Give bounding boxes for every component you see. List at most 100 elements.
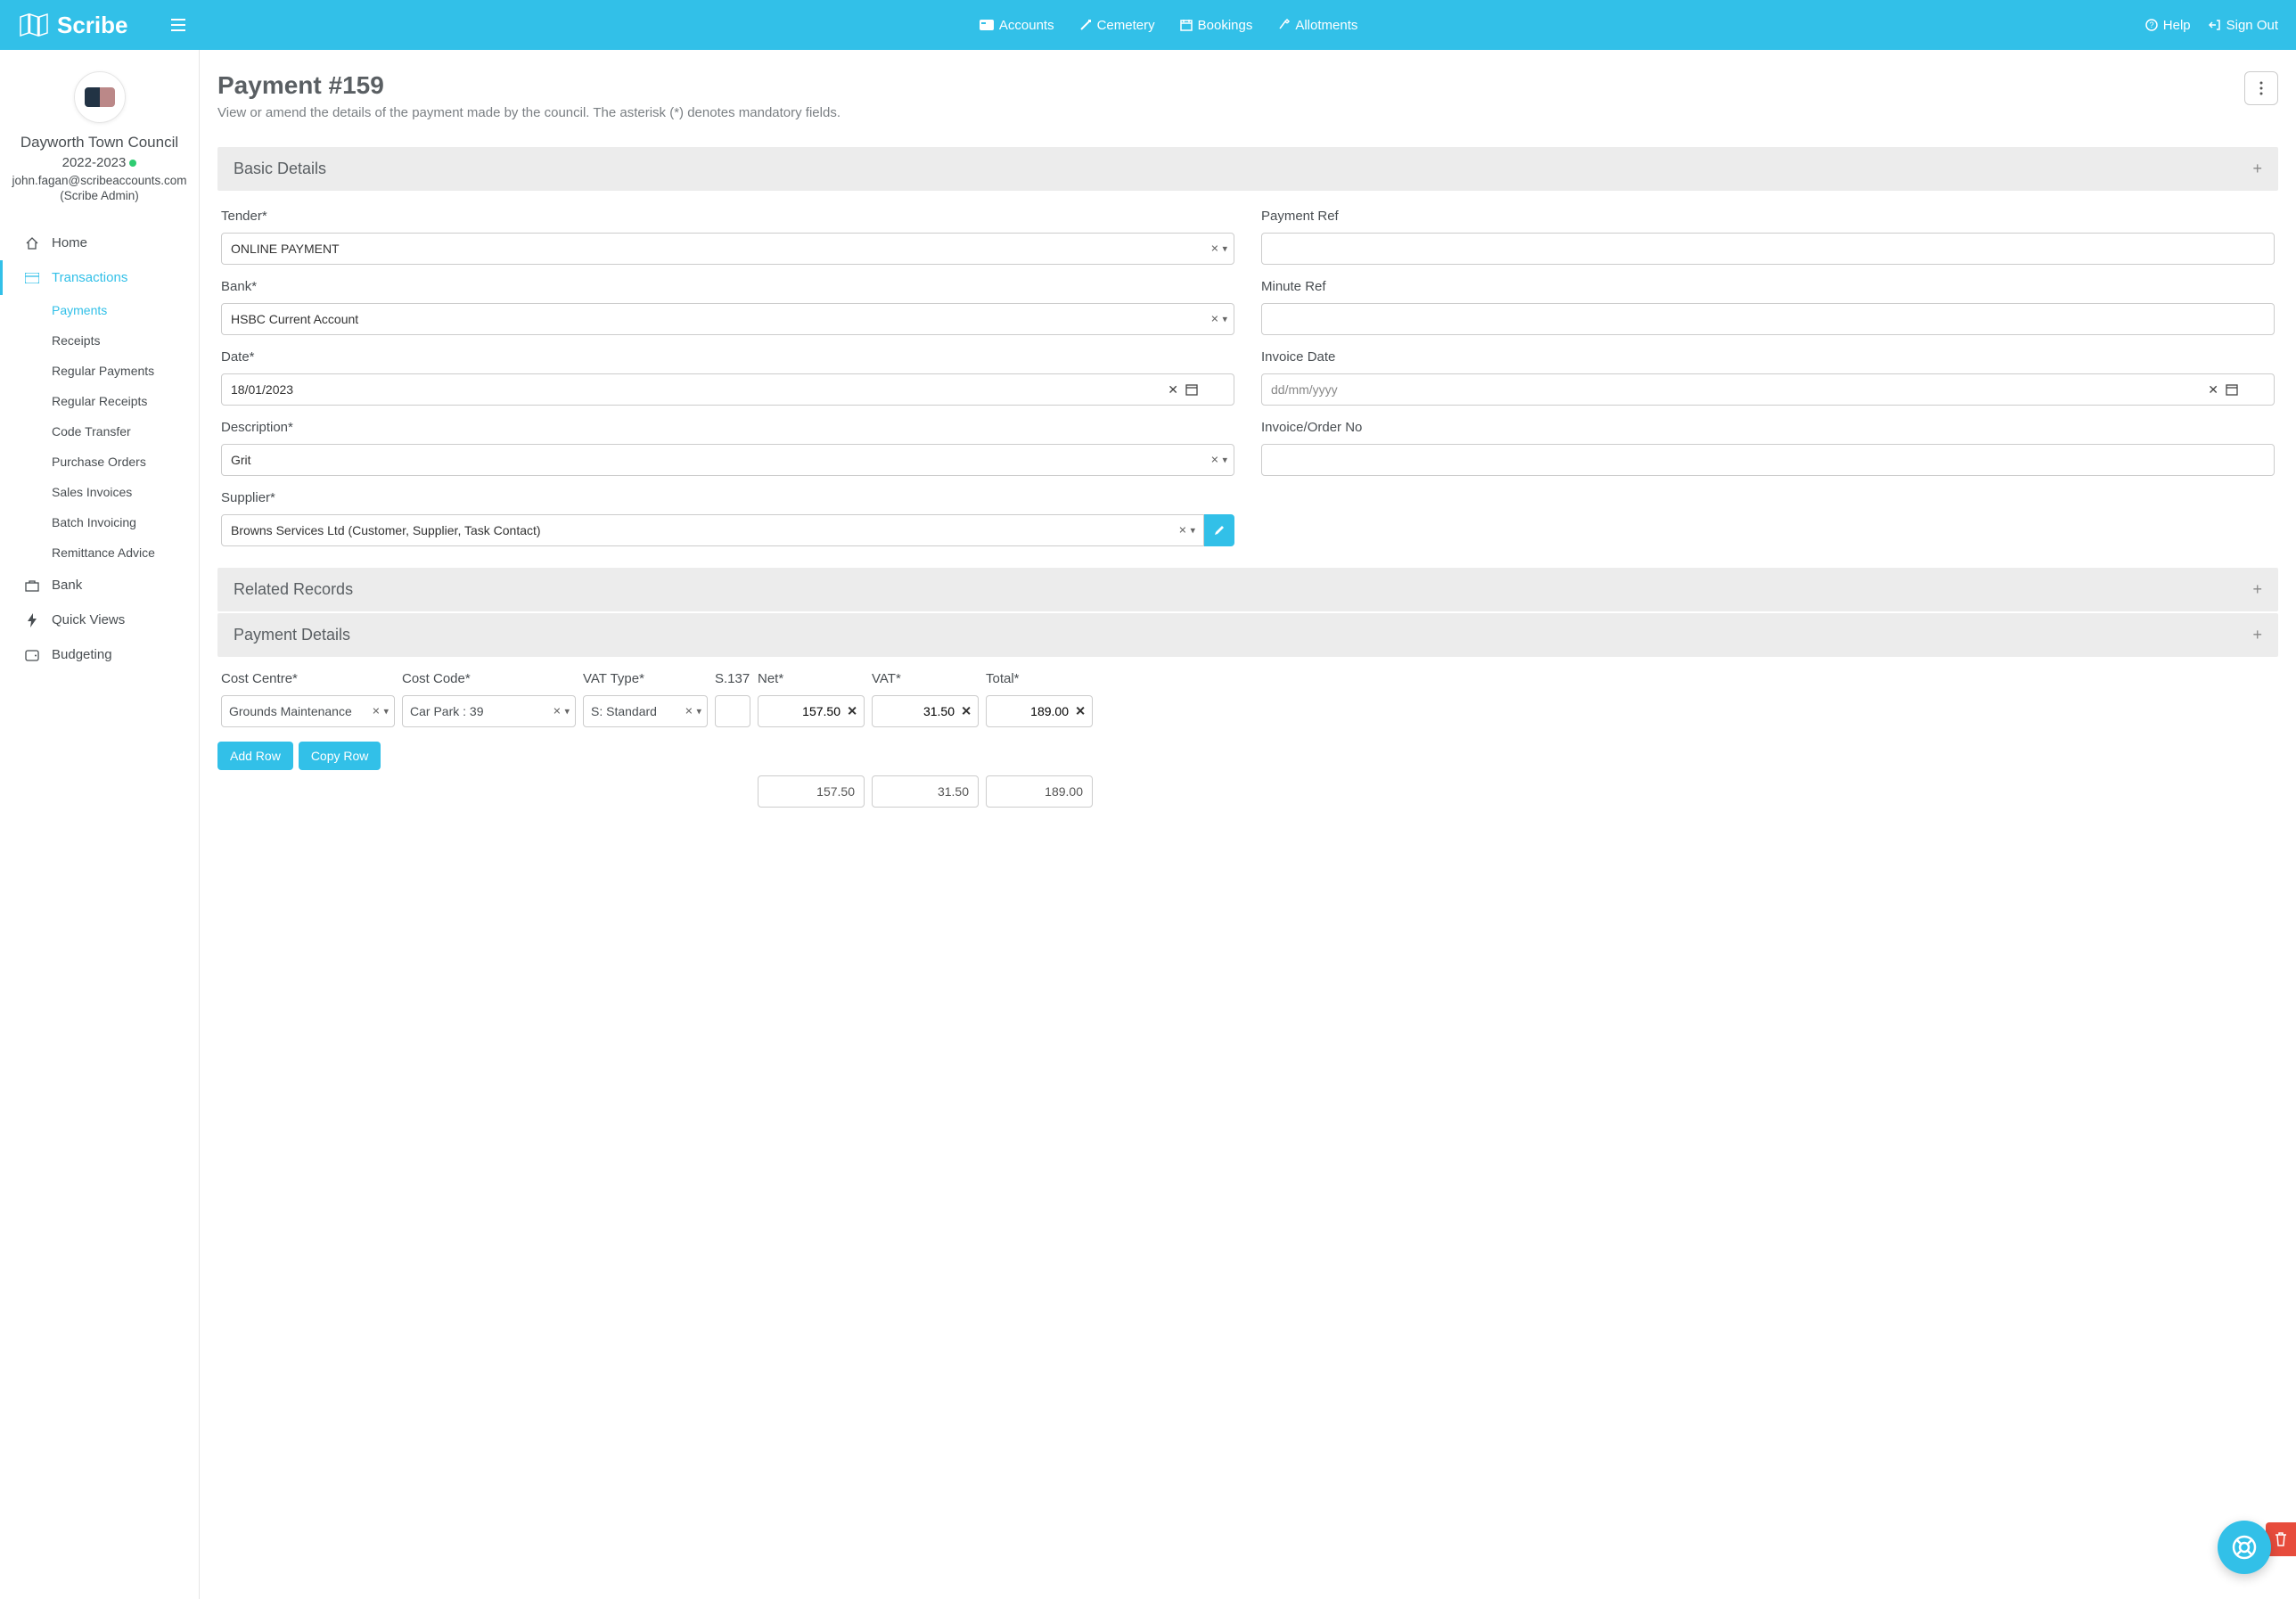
sidebar-sub-regular-receipts[interactable]: Regular Receipts: [0, 386, 199, 416]
clear-icon[interactable]: ✕: [685, 706, 693, 718]
totals-total: 189.00: [986, 775, 1093, 808]
sidebar-sub-payments[interactable]: Payments: [0, 295, 199, 325]
date-label: Date*: [221, 349, 1234, 365]
tender-select[interactable]: ONLINE PAYMENT: [221, 233, 1234, 265]
sidebar-sub-sales-invoices[interactable]: Sales Invoices: [0, 477, 199, 507]
wallet-icon: [25, 648, 39, 662]
totals-vat: 31.50: [872, 775, 979, 808]
col-cost-centre: Cost Centre*: [221, 671, 395, 686]
org-avatar[interactable]: [74, 71, 126, 123]
col-s137: S.137: [715, 671, 750, 686]
clear-icon[interactable]: ✕: [1075, 704, 1086, 719]
nav-allotments[interactable]: Allotments: [1277, 18, 1357, 33]
cost-code-select[interactable]: Car Park : 39 ✕▾: [402, 695, 576, 727]
home-icon: [25, 236, 39, 250]
org-name: Dayworth Town Council: [9, 134, 190, 152]
nav-accounts[interactable]: Accounts: [980, 18, 1054, 33]
payment-ref-input[interactable]: [1261, 233, 2275, 265]
col-vat-type: VAT Type*: [583, 671, 708, 686]
chevron-down-icon[interactable]: ▾: [696, 706, 701, 718]
vat-type-select[interactable]: S: Standard ✕▾: [583, 695, 708, 727]
clear-icon[interactable]: ✕: [1210, 455, 1218, 466]
chevron-down-icon[interactable]: ▾: [1222, 243, 1227, 255]
invoice-date-label: Invoice Date: [1261, 349, 2275, 365]
accounts-icon: [980, 20, 994, 30]
invoice-no-label: Invoice/Order No: [1261, 420, 2275, 435]
section-payment-details[interactable]: Payment Details +: [217, 613, 2278, 657]
clear-icon[interactable]: ✕: [1168, 382, 1178, 398]
sidebar-sub-receipts[interactable]: Receipts: [0, 325, 199, 356]
sidebar-sub-batch-invoicing[interactable]: Batch Invoicing: [0, 507, 199, 537]
clear-icon[interactable]: ✕: [1210, 243, 1218, 255]
tender-label: Tender*: [221, 209, 1234, 224]
bookings-icon: [1180, 19, 1193, 31]
clear-icon[interactable]: ✕: [2208, 382, 2218, 398]
sidebar-item-home[interactable]: Home: [0, 226, 199, 260]
svg-text:?: ?: [2149, 20, 2153, 29]
clear-icon[interactable]: ✕: [1210, 314, 1218, 325]
col-vat: VAT*: [872, 671, 979, 686]
add-row-button[interactable]: Add Row: [217, 742, 293, 770]
col-net: Net*: [758, 671, 865, 686]
bank-select[interactable]: HSBC Current Account: [221, 303, 1234, 335]
chevron-down-icon[interactable]: ▾: [383, 706, 389, 718]
plus-icon: +: [2252, 160, 2262, 178]
pencil-icon: [1213, 524, 1226, 537]
sidebar-sub-purchase-orders[interactable]: Purchase Orders: [0, 447, 199, 477]
minute-ref-label: Minute Ref: [1261, 279, 2275, 294]
side-nav: Home Transactions Payments Receipts Regu…: [0, 220, 199, 677]
invoice-no-input[interactable]: [1261, 444, 2275, 476]
cemetery-icon: [1079, 19, 1092, 31]
bolt-icon: [25, 613, 39, 627]
nav-help[interactable]: ? Help: [2145, 18, 2191, 33]
sidebar-sub-remittance-advice[interactable]: Remittance Advice: [0, 537, 199, 568]
clear-icon[interactable]: ✕: [961, 704, 972, 719]
section-basic-details[interactable]: Basic Details +: [217, 147, 2278, 191]
sidebar-sub-code-transfer[interactable]: Code Transfer: [0, 416, 199, 447]
org-email: john.fagan@scribeaccounts.com: [9, 174, 190, 187]
invoice-date-input[interactable]: dd/mm/yyyy ✕: [1261, 373, 2275, 406]
copy-row-button[interactable]: Copy Row: [299, 742, 381, 770]
chevron-down-icon[interactable]: ▾: [564, 706, 570, 718]
clear-icon[interactable]: ✕: [372, 706, 380, 718]
sidebar-item-quick-views[interactable]: Quick Views: [0, 603, 199, 637]
payment-ref-label: Payment Ref: [1261, 209, 2275, 224]
section-related-records[interactable]: Related Records +: [217, 568, 2278, 611]
status-dot-icon: [129, 160, 136, 167]
page-actions-menu[interactable]: [2244, 71, 2278, 105]
clear-icon[interactable]: ✕: [847, 704, 857, 719]
s137-checkbox[interactable]: [715, 695, 750, 727]
top-nav: Scribe Accounts Cemetery Bookings Allotm…: [0, 0, 2296, 50]
chevron-down-icon[interactable]: ▾: [1222, 455, 1227, 466]
clear-icon[interactable]: ✕: [553, 706, 561, 718]
plus-icon: +: [2252, 580, 2262, 599]
nav-right: ? Help Sign Out: [2145, 18, 2278, 33]
brand-logo[interactable]: Scribe: [18, 12, 128, 39]
page-title: Payment #159: [217, 71, 840, 100]
sidebar-item-budgeting[interactable]: Budgeting: [0, 637, 199, 672]
kebab-icon: [2259, 81, 2263, 95]
clear-icon[interactable]: ✕: [1178, 525, 1186, 537]
scribe-logo-icon: [18, 12, 50, 38]
description-select[interactable]: Grit: [221, 444, 1234, 476]
nav-cemetery[interactable]: Cemetery: [1079, 18, 1155, 33]
help-fab[interactable]: [2218, 1521, 2271, 1574]
supplier-edit-button[interactable]: [1204, 514, 1234, 546]
nav-bookings[interactable]: Bookings: [1180, 18, 1253, 33]
minute-ref-input[interactable]: [1261, 303, 2275, 335]
date-input[interactable]: 18/01/2023 ✕: [221, 373, 1234, 406]
chevron-down-icon[interactable]: ▾: [1222, 314, 1227, 325]
supplier-label: Supplier*: [221, 490, 1234, 505]
plus-icon: +: [2252, 626, 2262, 644]
allotments-icon: [1277, 19, 1290, 31]
sidebar-item-transactions[interactable]: Transactions: [0, 260, 199, 295]
calendar-icon: [1185, 383, 1198, 396]
sidebar: Dayworth Town Council 2022-2023 john.fag…: [0, 50, 200, 1599]
chevron-down-icon[interactable]: ▾: [1190, 525, 1195, 537]
nav-signout[interactable]: Sign Out: [2209, 18, 2278, 33]
cost-centre-select[interactable]: Grounds Maintenance ✕▾: [221, 695, 395, 727]
sidebar-item-bank[interactable]: Bank: [0, 568, 199, 603]
sidebar-toggle[interactable]: [164, 12, 193, 38]
sidebar-sub-regular-payments[interactable]: Regular Payments: [0, 356, 199, 386]
supplier-select[interactable]: Browns Services Ltd (Customer, Supplier,…: [221, 514, 1204, 546]
